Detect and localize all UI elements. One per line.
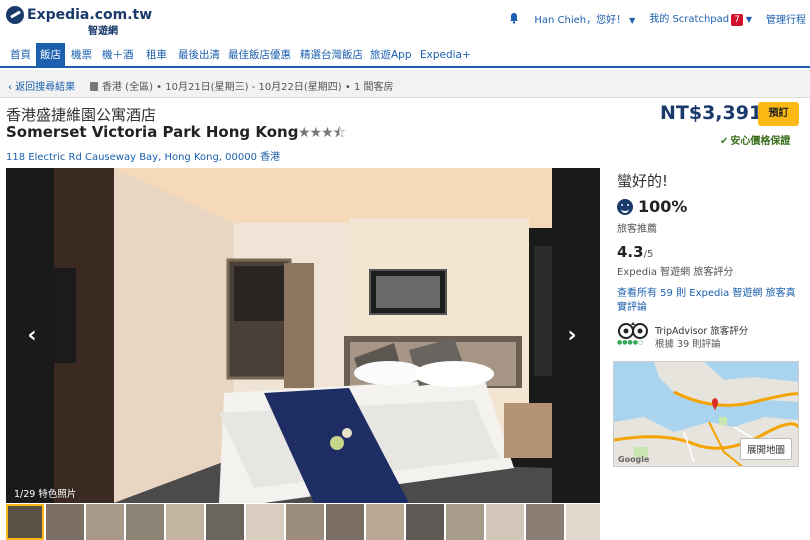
hotel-name-en: Somerset Victoria Park Hong Kong [6, 123, 299, 141]
photo-gallery[interactable]: ‹ › 1/29 特色照片 [6, 168, 600, 503]
thumbnail[interactable] [126, 504, 164, 540]
expedia-logo[interactable]: Expedia.com.tw [6, 6, 152, 24]
top-header: Expedia.com.tw 智遊網 Han Chieh，您好！ ▼ 我的 Scr… [0, 0, 810, 40]
breadcrumb: ‹ 返回搜尋結果 香港 (全區) • 10月21日(星期三) - 10月22日(… [0, 70, 810, 98]
thumbnail[interactable] [486, 504, 524, 540]
guest-score-max: /5 [643, 249, 654, 260]
scratchpad-count-badge: 7 [731, 14, 743, 26]
trip-summary: 香港 (全區) • 10月21日(星期三) - 10月22日(星期四) • 1 … [90, 78, 394, 93]
header-user-menu: Han Chieh，您好！ ▼ 我的 Scratchpad 7 ▼ 管理行程 [508, 10, 810, 26]
scratchpad-label: 我的 Scratchpad [649, 14, 730, 25]
trip-summary-text: 香港 (全區) • 10月21日(星期三) - 10月22日(星期四) • 1 … [102, 82, 394, 93]
thumbnail[interactable] [366, 504, 404, 540]
logo-text: Expedia.com.tw [27, 7, 153, 23]
thumbnail[interactable] [86, 504, 124, 540]
back-to-results-link[interactable]: ‹ 返回搜尋結果 [8, 78, 75, 93]
nav-car-rental[interactable]: 租車 [142, 43, 171, 67]
thumbnail[interactable] [206, 504, 244, 540]
thumbnail[interactable] [246, 504, 284, 540]
account-menu[interactable]: Han Chieh，您好！ ▼ [534, 11, 635, 26]
review-summary-title: 蠻好的! [617, 172, 669, 190]
hotel-address[interactable]: 118 Electric Rd Causeway Bay, Hong Kong,… [6, 148, 280, 163]
nav-taiwan-hotels[interactable]: 精選台灣飯店 [296, 43, 367, 67]
nav-flights[interactable]: 機票 [67, 43, 96, 67]
nav-travel-app[interactable]: 旅遊App [366, 43, 416, 67]
thumbnail[interactable] [566, 504, 600, 540]
book-button[interactable]: 預訂 [758, 102, 799, 126]
user-greeting: Han Chieh，您好！ [534, 14, 627, 26]
nav-expedia-plus[interactable]: Expedia+ [416, 43, 475, 67]
gallery-prev-button[interactable]: ‹ [22, 325, 42, 349]
chevron-down-icon: ▼ [745, 15, 752, 24]
recommend-percent: 100% [617, 197, 687, 216]
smiley-icon [617, 198, 633, 215]
price-guarantee[interactable]: ✔ 安心價格保證 [720, 132, 790, 147]
tripadvisor-bubble-rating: ●●●●○ [617, 339, 644, 346]
read-all-reviews-link[interactable]: 查看所有 59 則 Expedia 智遊網 旅客真實評論 [617, 287, 803, 315]
thumbnail[interactable] [286, 504, 324, 540]
thumbnail[interactable] [46, 504, 84, 540]
guest-score-value: 4.3 [617, 243, 644, 261]
scratchpad-link[interactable]: 我的 Scratchpad 7 ▼ [649, 10, 752, 26]
nav-hotels[interactable]: 飯店 [36, 43, 65, 67]
check-icon: ✔ [720, 136, 729, 147]
chevron-right-icon: › [567, 323, 577, 348]
thumbnail[interactable] [406, 504, 444, 540]
nav-last-minute[interactable]: 最後出清 [174, 43, 224, 67]
tripadvisor-label: TripAdvisor 旅客評分 [655, 326, 749, 337]
google-logo: Google [618, 455, 650, 464]
thumbnail[interactable] [326, 504, 364, 540]
photo-counter: 1/29 特色照片 [14, 489, 77, 500]
plane-logo-icon [6, 6, 24, 24]
logo-subtitle: 智遊網 [88, 26, 118, 37]
bell-icon[interactable] [508, 12, 520, 24]
expand-map-button[interactable]: 展開地圖 [739, 438, 792, 460]
suitcase-icon [90, 82, 98, 91]
tripadvisor-review-count: 根據 39 則評論 [655, 339, 721, 350]
location-map[interactable]: Google 展開地圖 [613, 361, 799, 467]
thumbnail[interactable] [446, 504, 484, 540]
guest-score: 4.3/5 [617, 243, 653, 261]
guest-score-label: Expedia 智遊網 旅客評分 [617, 267, 734, 278]
thumbnail-strip [6, 504, 600, 540]
hotel-name-zh: 香港盛捷維園公寓酒店 [6, 106, 157, 124]
thumbnail[interactable] [526, 504, 564, 540]
hotel-room-photo [54, 168, 552, 503]
chevron-left-icon: ‹ [27, 323, 37, 348]
thumbnail[interactable] [166, 504, 204, 540]
main-nav: 首頁 飯店 機票 機＋酒 租車 最後出清 最佳飯店優惠 精選台灣飯店 旅遊App… [0, 40, 810, 68]
recommend-percent-value: 100% [638, 197, 688, 216]
back-to-results-label: 返回搜尋結果 [15, 82, 76, 93]
nav-flight-hotel[interactable]: 機＋酒 [98, 43, 138, 67]
chevron-down-icon: ▼ [629, 15, 636, 25]
nav-home[interactable]: 首頁 [6, 43, 35, 67]
price-guarantee-label: 安心價格保證 [730, 136, 791, 147]
thumbnail[interactable] [6, 504, 44, 540]
manage-trips-link[interactable]: 管理行程 [766, 11, 806, 26]
hotel-price: NT$3,391 [660, 102, 763, 124]
star-rating: ★★★⯪ [298, 125, 346, 141]
nav-hotel-deals[interactable]: 最佳飯店優惠 [224, 43, 295, 67]
recommend-label: 旅客推薦 [617, 224, 657, 235]
gallery-next-button[interactable]: › [562, 325, 582, 349]
